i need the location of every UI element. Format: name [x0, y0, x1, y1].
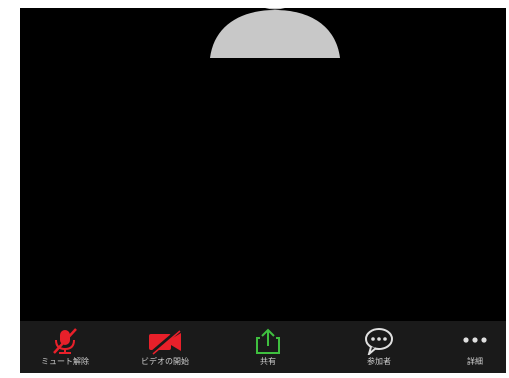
participant-avatar	[210, 8, 340, 58]
participants-button[interactable]: 参加者	[334, 321, 424, 373]
meeting-screen: ミュート解除 ビデオの開始 共有 参加者 詳細	[20, 8, 506, 373]
participants-label: 参加者	[367, 357, 391, 366]
share-label: 共有	[260, 357, 276, 366]
more-label: 詳細	[467, 357, 483, 366]
start-video-button[interactable]: ビデオの開始	[120, 321, 210, 373]
unmute-label: ミュート解除	[41, 357, 89, 366]
unmute-button[interactable]: ミュート解除	[20, 321, 110, 373]
more-button[interactable]: 詳細	[430, 321, 506, 373]
video-area	[20, 8, 506, 321]
chat-bubble-icon	[365, 328, 393, 355]
share-upload-icon	[256, 328, 280, 354]
start-video-label: ビデオの開始	[141, 357, 189, 366]
meeting-toolbar: ミュート解除 ビデオの開始 共有 参加者 詳細	[20, 321, 506, 373]
muted-microphone-icon	[53, 328, 77, 354]
share-button[interactable]: 共有	[223, 321, 313, 373]
video-off-icon	[149, 328, 181, 355]
more-dots-icon	[463, 337, 487, 343]
